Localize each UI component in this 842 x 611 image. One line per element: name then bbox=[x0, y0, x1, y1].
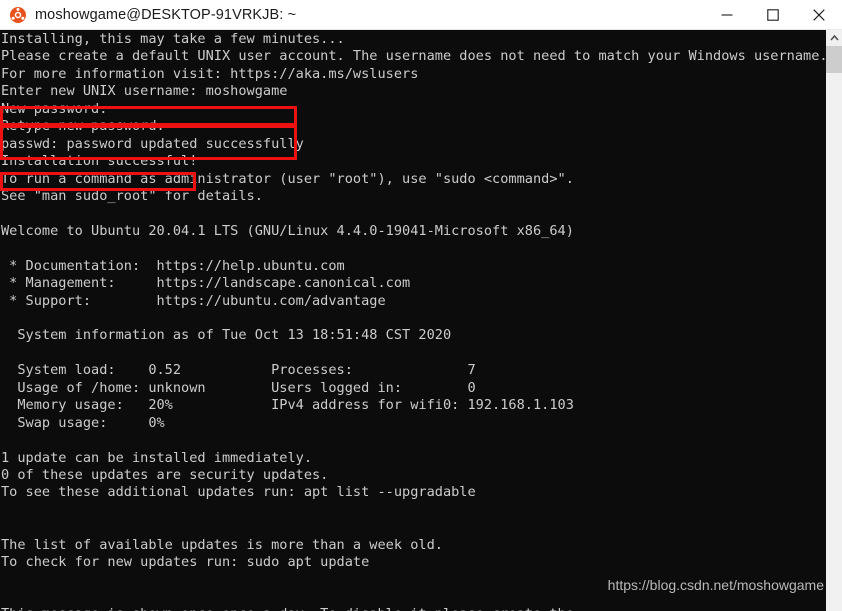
terminal-line: See "man sudo_root" for details. bbox=[1, 187, 263, 204]
terminal-line: Installing, this may take a few minutes.… bbox=[1, 31, 345, 47]
terminal-line: To run a command as administrator (user … bbox=[1, 170, 574, 187]
vertical-scrollbar[interactable] bbox=[826, 30, 842, 611]
maximize-button[interactable] bbox=[750, 0, 796, 30]
close-button[interactable] bbox=[796, 0, 842, 30]
terminal-line: 1 update can be installed immediately. bbox=[1, 449, 312, 466]
terminal-line: For more information visit: https://aka.… bbox=[1, 65, 419, 82]
terminal-line: Retype new password: bbox=[1, 118, 165, 135]
terminal-line: Swap usage: 0% bbox=[1, 414, 165, 431]
terminal-line: New password: bbox=[1, 100, 108, 117]
terminal-output-area[interactable]: Installing, this may take a few minutes.… bbox=[0, 30, 826, 611]
ubuntu-logo-icon bbox=[10, 6, 26, 23]
terminal-line: * Support: https://ubuntu.com/advantage bbox=[1, 292, 386, 309]
terminal-line: System load: 0.52 Processes: 7 bbox=[1, 362, 476, 379]
terminal-line: Please create a default UNIX user accoun… bbox=[1, 48, 826, 65]
terminal-line: Usage of /home: unknown Users logged in:… bbox=[1, 379, 476, 396]
scrollbar-thumb[interactable] bbox=[826, 46, 842, 73]
terminal-line: Welcome to Ubuntu 20.04.1 LTS (GNU/Linux… bbox=[1, 222, 574, 239]
terminal-line: * Documentation: https://help.ubuntu.com bbox=[1, 257, 345, 274]
terminal-line: The list of available updates is more th… bbox=[1, 536, 443, 553]
terminal-line: To see these additional updates run: apt… bbox=[1, 484, 476, 501]
terminal-line: To check for new updates run: sudo apt u… bbox=[1, 554, 370, 571]
wsl-terminal-window: moshowgame@DESKTOP-91VRKJB: ~ Installing… bbox=[0, 0, 842, 611]
terminal-line: System information as of Tue Oct 13 18:5… bbox=[1, 327, 452, 344]
terminal-line: 0 of these updates are security updates. bbox=[1, 466, 329, 483]
window-title: moshowgame@DESKTOP-91VRKJB: ~ bbox=[35, 6, 297, 23]
minimize-button[interactable] bbox=[704, 0, 750, 30]
terminal-text: Installing, this may take a few minutes.… bbox=[1, 31, 826, 611]
terminal-line: passwd: password updated successfully bbox=[1, 135, 304, 152]
terminal-line: Enter new UNIX username: moshowgame bbox=[1, 83, 288, 100]
window-controls bbox=[704, 0, 842, 30]
terminal-line: * Management: https://landscape.canonica… bbox=[1, 275, 411, 292]
terminal-line: This message is shown once once a day. T… bbox=[1, 606, 826, 611]
terminal-line: Memory usage: 20% IPv4 address for wifi0… bbox=[1, 397, 574, 414]
terminal-line: Installation successful! bbox=[1, 153, 198, 170]
window-titlebar[interactable]: moshowgame@DESKTOP-91VRKJB: ~ bbox=[0, 0, 842, 30]
scrollbar-track[interactable] bbox=[826, 73, 842, 611]
watermark-text: https://blog.csdn.net/moshowgame bbox=[607, 577, 824, 593]
scroll-up-icon[interactable] bbox=[826, 30, 842, 46]
